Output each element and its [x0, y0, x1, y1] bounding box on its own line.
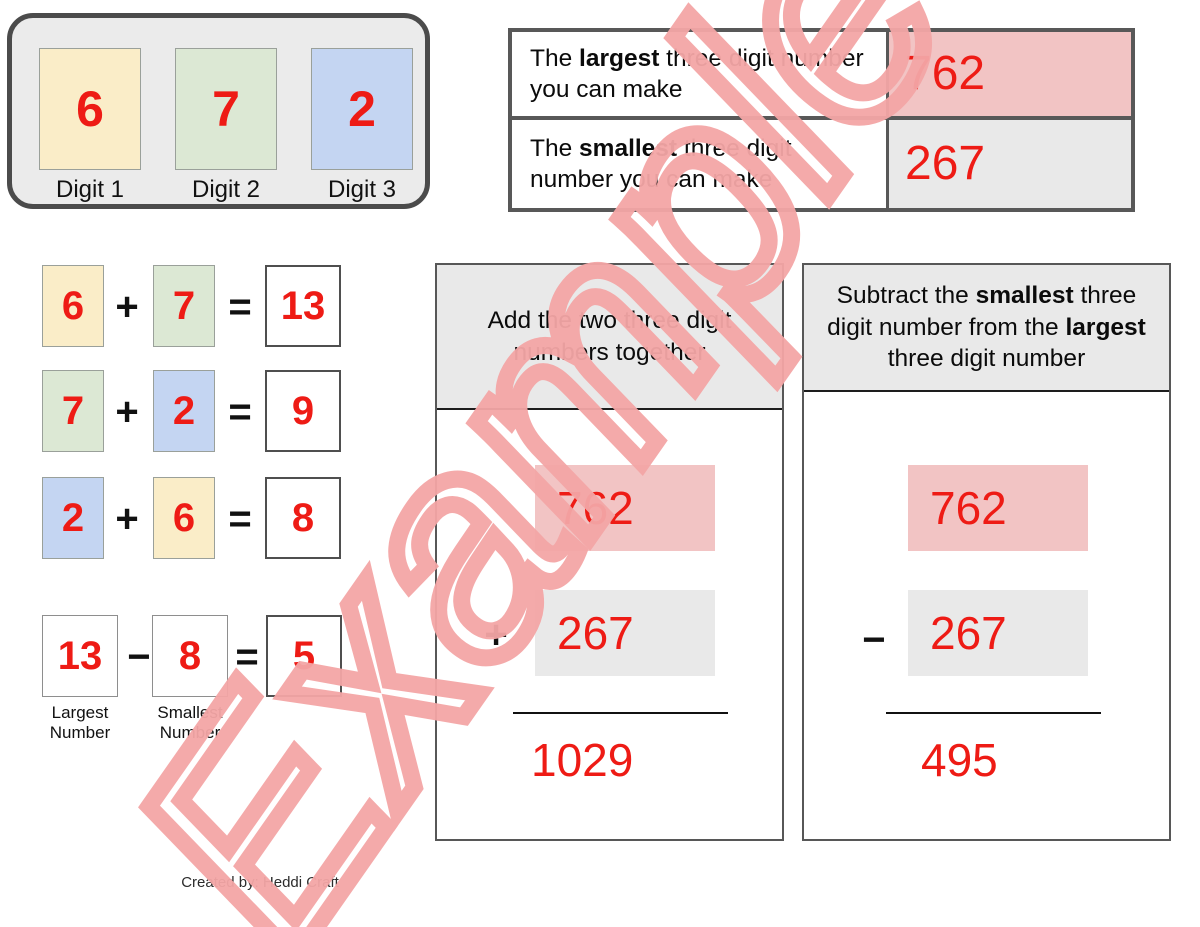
addition-operand-top[interactable]: 762 — [535, 465, 715, 551]
smallest-prompt-text: The smallest three digit number you can … — [530, 134, 792, 193]
addition-operand-bottom[interactable]: 267 — [535, 590, 715, 676]
equation-2-equals: = — [228, 390, 252, 434]
subtraction-operand-a-caption: Largest Number — [49, 703, 111, 742]
table-row: The largest three digit number you can m… — [512, 32, 1131, 120]
subtraction-header-keyword-largest: largest — [1065, 313, 1146, 341]
subtraction-total[interactable]: 495 — [921, 737, 998, 783]
largest-smallest-table: The largest three digit number you can m… — [508, 28, 1135, 212]
subtraction-workbox-operator: − — [862, 618, 886, 662]
subtraction-operator: − — [127, 635, 151, 679]
smallest-keyword: smallest — [579, 134, 678, 162]
subtraction-workbox-header-text: Subtract the smallest three digit number… — [827, 281, 1146, 373]
credit-text: Created by: Heddi Craft — [181, 874, 339, 891]
equation-1-result[interactable]: 13 — [265, 265, 341, 347]
subtraction-rule-line — [886, 712, 1101, 714]
digit-tile-1-label: Digit 1 — [55, 176, 125, 203]
equation-1-operand-a[interactable]: 6 — [42, 265, 104, 347]
subtraction-operand-top[interactable]: 762 — [908, 465, 1088, 551]
smallest-answer-field[interactable]: 267 — [889, 120, 1131, 208]
largest-keyword: largest — [579, 44, 660, 72]
equation-1-operand-b[interactable]: 7 — [153, 265, 215, 347]
addition-workbox-header: Add the two three digit numbers together — [437, 265, 782, 410]
subtraction-equals: = — [235, 635, 259, 679]
equation-1-operator: + — [115, 285, 139, 329]
subtraction-operand-b[interactable]: 8 — [152, 615, 228, 697]
worksheet-page: 6 7 2 Digit 1 Digit 2 Digit 3 The larges… — [0, 0, 1200, 927]
addition-workbox: Add the two three digit numbers together… — [435, 263, 784, 841]
digit-tile-1[interactable]: 6 — [39, 48, 141, 170]
table-row: The smallest three digit number you can … — [512, 120, 1131, 208]
subtraction-operand-a[interactable]: 13 — [42, 615, 118, 697]
largest-prompt: The largest three digit number you can m… — [512, 32, 889, 116]
digit-bank-panel: 6 7 2 Digit 1 Digit 2 Digit 3 — [7, 13, 430, 209]
addition-workbox-header-text: Add the two three digit numbers together — [487, 306, 732, 366]
digit-tile-2-label: Digit 2 — [191, 176, 261, 203]
subtraction-workbox: Subtract the smallest three digit number… — [802, 263, 1171, 841]
addition-total[interactable]: 1029 — [531, 737, 633, 783]
equation-3-equals: = — [228, 497, 252, 541]
addition-operator: + — [484, 613, 508, 657]
digit-tile-2[interactable]: 7 — [175, 48, 277, 170]
addition-rule-line — [513, 712, 728, 714]
equation-2-result[interactable]: 9 — [265, 370, 341, 452]
equation-1-equals: = — [228, 285, 252, 329]
equation-2-operand-a[interactable]: 7 — [42, 370, 104, 452]
equation-2-operator: + — [115, 390, 139, 434]
subtraction-header-keyword-smallest: smallest — [975, 281, 1074, 309]
equation-2-operand-b[interactable]: 2 — [153, 370, 215, 452]
subtraction-workbox-header: Subtract the smallest three digit number… — [804, 265, 1169, 392]
subtraction-operand-bottom[interactable]: 267 — [908, 590, 1088, 676]
equation-3-operator: + — [115, 497, 139, 541]
largest-prompt-text: The largest three digit number you can m… — [530, 44, 864, 103]
digit-tile-3[interactable]: 2 — [311, 48, 413, 170]
equation-3-operand-a[interactable]: 2 — [42, 477, 104, 559]
subtraction-operand-b-caption: Smallest Number — [157, 703, 223, 742]
subtraction-result[interactable]: 5 — [266, 615, 342, 697]
largest-answer-field[interactable]: 762 — [889, 32, 1131, 116]
smallest-prompt: The smallest three digit number you can … — [512, 120, 889, 208]
digit-tile-3-label: Digit 3 — [327, 176, 397, 203]
equation-3-result[interactable]: 8 — [265, 477, 341, 559]
equation-3-operand-b[interactable]: 6 — [153, 477, 215, 559]
